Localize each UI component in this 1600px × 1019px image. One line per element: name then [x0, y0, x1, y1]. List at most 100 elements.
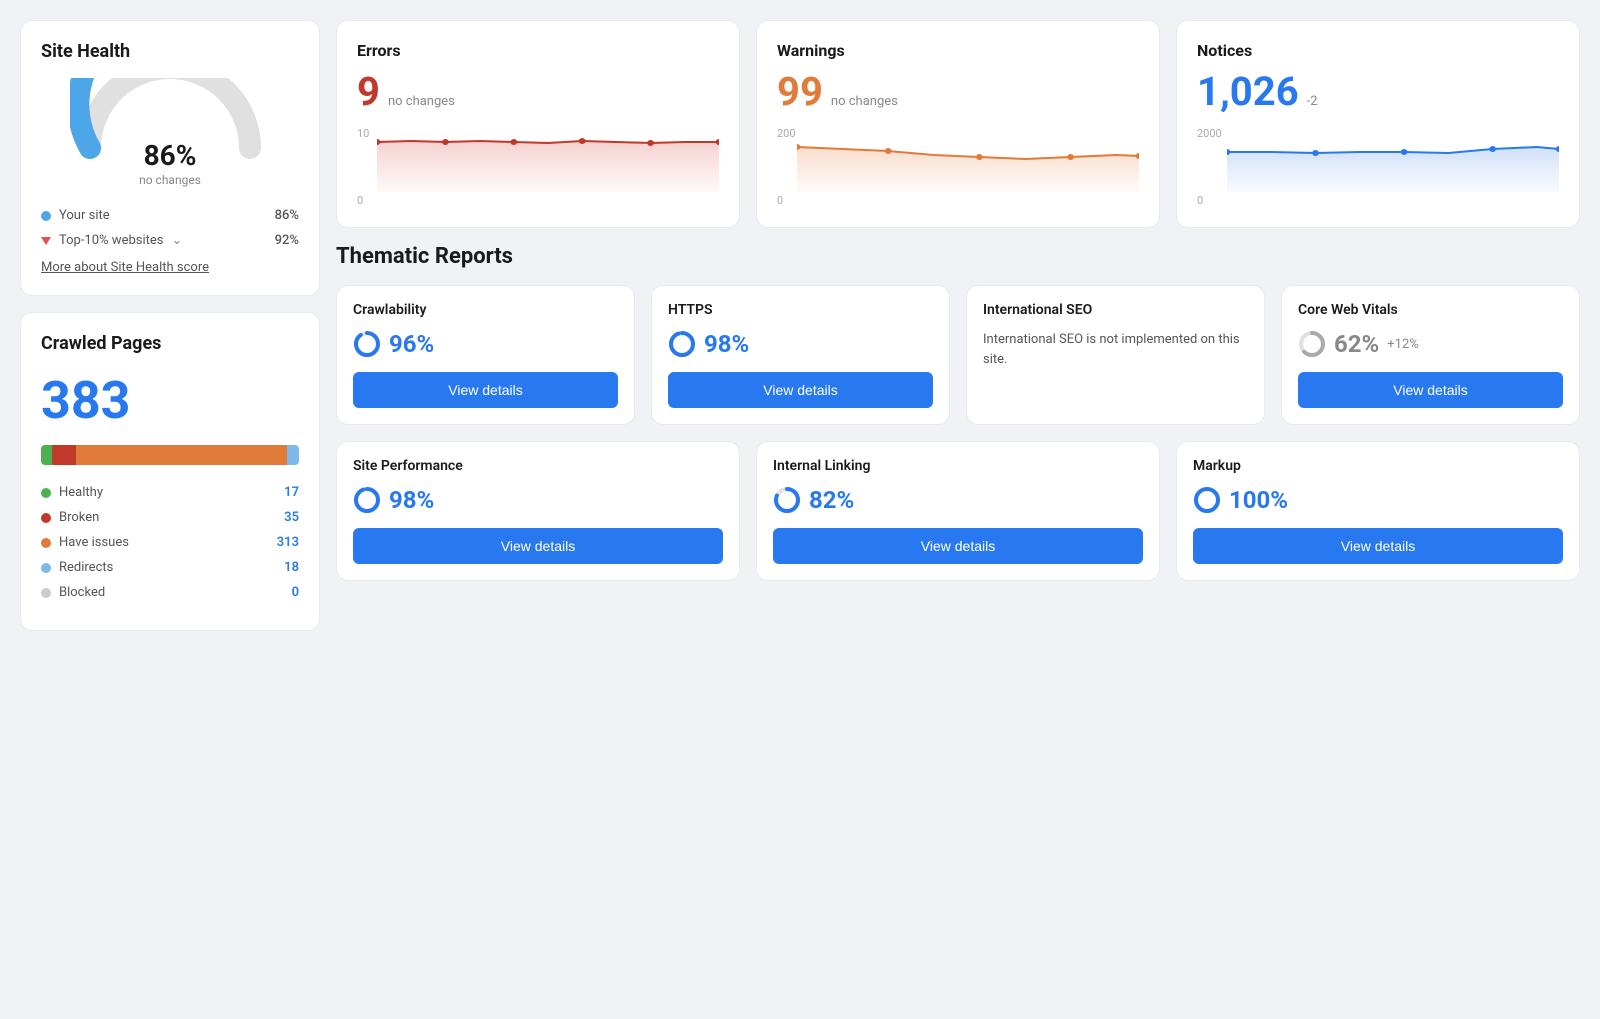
errors-card: Errors 9 no changes 10 0	[336, 20, 740, 228]
label-healthy: Healthy	[59, 485, 103, 500]
warnings-title: Warnings	[777, 41, 1139, 60]
dot-broken	[41, 513, 51, 523]
top-cards: Errors 9 no changes 10 0	[336, 20, 1580, 228]
errors-chart-bottom: 0	[357, 194, 363, 207]
thematic-https: HTTPS 98% View details	[651, 285, 950, 425]
errors-number: 9	[357, 68, 380, 115]
errors-change: no changes	[388, 94, 455, 109]
left-column: Site Health 86% no changes	[20, 20, 320, 631]
crawlability-view-details[interactable]: View details	[353, 372, 618, 408]
pb-healthy	[41, 445, 52, 465]
dot-healthy	[41, 488, 51, 498]
https-ring-icon	[668, 330, 696, 358]
dot-issues	[41, 538, 51, 548]
top-sites-value: 92%	[275, 233, 299, 248]
cwv-score-row: 62% +12%	[1298, 330, 1563, 358]
your-site-dot	[41, 211, 51, 221]
site-perf-ring-icon	[353, 486, 381, 514]
notices-chart-top: 2000	[1197, 127, 1222, 140]
warnings-chart-bottom: 0	[777, 194, 783, 207]
internal-linking-title: Internal Linking	[773, 458, 1143, 474]
errors-chart: 10 0	[357, 127, 719, 207]
internal-linking-view-details[interactable]: View details	[773, 528, 1143, 564]
notices-change: -2	[1307, 94, 1318, 109]
legend-blocked: Blocked 0	[41, 585, 299, 600]
more-link[interactable]: More about Site Health score	[41, 260, 299, 275]
thematic-markup: Markup 100% View details	[1176, 441, 1580, 581]
warnings-number: 99	[777, 68, 823, 115]
your-site-legend: Your site 86%	[41, 208, 299, 223]
https-score: 98%	[704, 330, 749, 358]
thematic-crawlability: Crawlability 96% View details	[336, 285, 635, 425]
errors-chart-top: 10	[357, 127, 369, 140]
https-view-details[interactable]: View details	[668, 372, 933, 408]
thematic-cwv: Core Web Vitals 62% +12% View details	[1281, 285, 1580, 425]
notices-title: Notices	[1197, 41, 1559, 60]
markup-view-details[interactable]: View details	[1193, 528, 1563, 564]
thematic-title: Thematic Reports	[336, 244, 1580, 269]
crawled-pages-title: Crawled Pages	[41, 333, 299, 354]
top-sites-chevron[interactable]: ⌄	[171, 233, 182, 248]
gauge-center: 86% no changes	[70, 139, 270, 188]
cwv-change: +12%	[1387, 337, 1419, 352]
notices-number-row: 1,026 -2	[1197, 68, 1559, 115]
warnings-chart-top: 200	[777, 127, 796, 140]
gauge-subtext: no changes	[139, 173, 201, 187]
val-broken: 35	[284, 510, 299, 525]
crawled-pages-total: 383	[41, 370, 299, 431]
notices-number: 1,026	[1197, 68, 1299, 115]
top-sites-icon	[41, 237, 51, 245]
label-blocked: Blocked	[59, 585, 105, 600]
legend-broken: Broken 35	[41, 510, 299, 525]
val-healthy: 17	[284, 485, 299, 500]
right-column: Errors 9 no changes 10 0	[336, 20, 1580, 631]
site-perf-score-row: 98%	[353, 486, 723, 514]
progress-bar	[41, 445, 299, 465]
label-broken: Broken	[59, 510, 99, 525]
pb-redirects	[287, 445, 299, 465]
https-score-row: 98%	[668, 330, 933, 358]
thematic-intl-seo: International SEO International SEO is n…	[966, 285, 1265, 425]
cwv-score: 62%	[1334, 330, 1379, 358]
intl-seo-desc: International SEO is not implemented on …	[983, 330, 1248, 369]
legend-healthy: Healthy 17	[41, 485, 299, 500]
warnings-chart: 200 0	[777, 127, 1139, 207]
site-health-card: Site Health 86% no changes	[20, 20, 320, 296]
thematic-row2: Site Performance 98% View details Intern…	[336, 441, 1580, 581]
internal-linking-score: 82%	[809, 486, 854, 514]
internal-linking-score-row: 82%	[773, 486, 1143, 514]
warnings-card: Warnings 99 no changes 200 0	[756, 20, 1160, 228]
dot-redirects	[41, 563, 51, 573]
site-perf-view-details[interactable]: View details	[353, 528, 723, 564]
site-perf-score: 98%	[389, 486, 434, 514]
thematic-row1: Crawlability 96% View details HTTPS	[336, 285, 1580, 425]
val-blocked: 0	[292, 585, 299, 600]
site-health-title: Site Health	[41, 41, 299, 62]
warnings-number-row: 99 no changes	[777, 68, 1139, 115]
crawlability-ring-icon	[353, 330, 381, 358]
cwv-view-details[interactable]: View details	[1298, 372, 1563, 408]
markup-score: 100%	[1229, 486, 1288, 514]
notices-card: Notices 1,026 -2 2000 0	[1176, 20, 1580, 228]
warnings-change: no changes	[831, 94, 898, 109]
gauge-percent: 86%	[70, 139, 270, 172]
thematic-internal-linking: Internal Linking 82% View details	[756, 441, 1160, 581]
crawled-pages-card: Crawled Pages 383 Healthy 17 Broken	[20, 312, 320, 631]
intl-seo-title: International SEO	[983, 302, 1248, 318]
crawlability-score: 96%	[389, 330, 434, 358]
crawlability-title: Crawlability	[353, 302, 618, 318]
internal-linking-ring-icon	[773, 486, 801, 514]
legend-redirects: Redirects 18	[41, 560, 299, 575]
markup-title: Markup	[1193, 458, 1563, 474]
thematic-reports-section: Thematic Reports Crawlability 96% View d…	[336, 244, 1580, 597]
thematic-site-perf: Site Performance 98% View details	[336, 441, 740, 581]
val-redirects: 18	[284, 560, 299, 575]
your-site-value: 86%	[275, 208, 299, 223]
errors-number-row: 9 no changes	[357, 68, 719, 115]
legend-issues: Have issues 313	[41, 535, 299, 550]
your-site-label: Your site	[59, 208, 110, 223]
label-issues: Have issues	[59, 535, 129, 550]
pb-broken	[52, 445, 75, 465]
top-sites-legend: Top-10% websites ⌄ 92%	[41, 233, 299, 248]
notices-chart-bottom: 0	[1197, 194, 1203, 207]
